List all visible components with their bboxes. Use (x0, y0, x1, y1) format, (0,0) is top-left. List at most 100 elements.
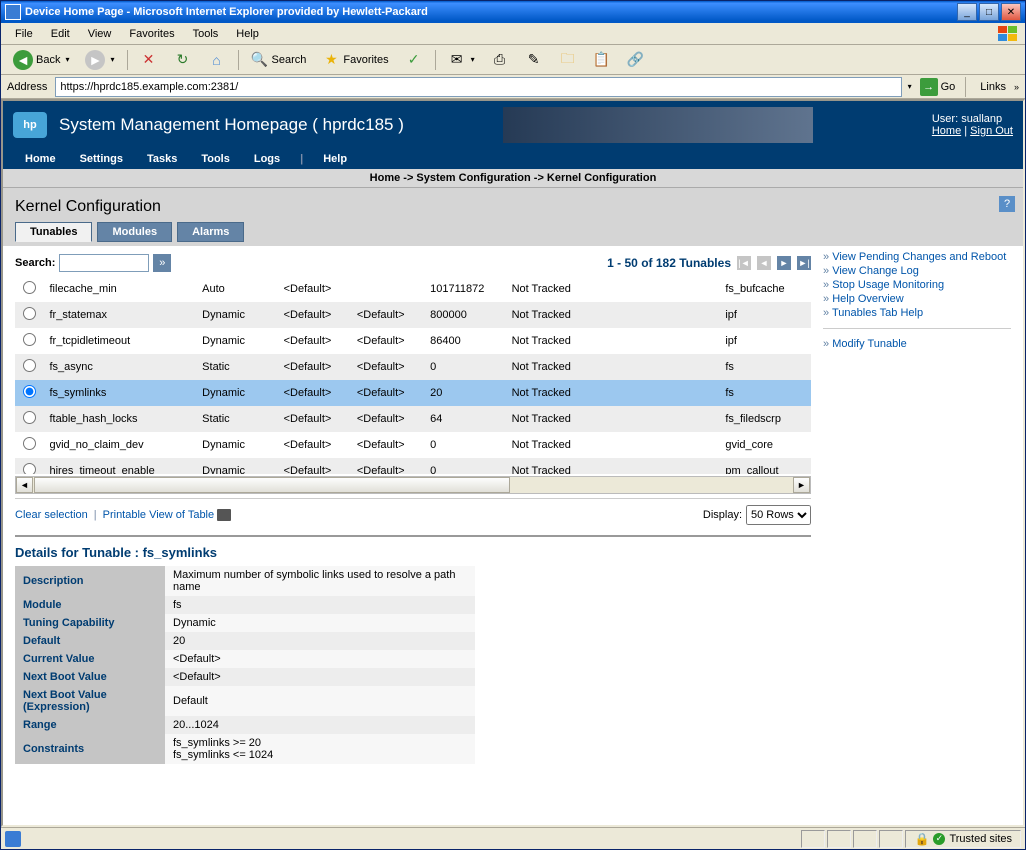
menu-file[interactable]: File (7, 26, 41, 42)
minimize-button[interactable]: _ (957, 3, 977, 21)
home-link[interactable]: Home (932, 125, 961, 137)
detail-label: Module (15, 596, 165, 614)
row-radio[interactable] (23, 463, 36, 474)
edit-button[interactable]: ✎ (519, 48, 549, 72)
favorites-button[interactable]: ★Favorites (316, 48, 394, 72)
clear-selection-link[interactable]: Clear selection (15, 509, 88, 521)
row-curr: <Default> (278, 354, 351, 380)
scroll-thumb[interactable] (34, 477, 510, 493)
chevron-down-icon: ▾ (471, 55, 475, 64)
user-name: suallanp (961, 113, 1002, 125)
row-module: gvid_core (719, 432, 811, 458)
refresh-button[interactable]: ↻ (168, 48, 198, 72)
star-icon: ★ (322, 51, 340, 69)
table-row[interactable]: filecache_minAuto<Default>101711872Not T… (15, 276, 811, 302)
go-button[interactable]: → Go (916, 78, 960, 96)
chevron-down-icon[interactable]: ▾ (908, 82, 912, 91)
row-next: <Default> (351, 302, 424, 328)
row-value: 64 (424, 406, 505, 432)
row-name: ftable_hash_locks (44, 406, 197, 432)
trusted-label: Trusted sites (949, 833, 1012, 845)
links-menu[interactable]: Links (976, 81, 1010, 93)
nav-tasks[interactable]: Tasks (135, 153, 189, 165)
search-input[interactable] (59, 254, 149, 272)
paste-button[interactable]: 📋 (587, 48, 617, 72)
nav-home[interactable]: Home (13, 153, 68, 165)
row-radio[interactable] (23, 281, 36, 294)
links-button[interactable]: 🔗 (621, 48, 651, 72)
tab-alarms[interactable]: Alarms (177, 222, 244, 242)
row-value: 20 (424, 380, 505, 406)
home-button[interactable]: ⌂ (202, 48, 232, 72)
signout-link[interactable]: Sign Out (970, 125, 1013, 137)
sidebar-link[interactable]: View Change Log (823, 264, 1011, 278)
row-track: Not Tracked (506, 354, 618, 380)
table-row[interactable]: ftable_hash_locksStatic<Default><Default… (15, 406, 811, 432)
chevron-right-icon[interactable]: » (1014, 82, 1019, 92)
windows-logo-icon (997, 25, 1019, 43)
pager-next-button[interactable]: ► (777, 256, 791, 270)
sidebar-link[interactable]: View Pending Changes and Reboot (823, 250, 1011, 264)
scroll-left-icon[interactable]: ◄ (16, 477, 33, 493)
row-name: fr_tcpidletimeout (44, 328, 197, 354)
row-radio[interactable] (23, 307, 36, 320)
menu-view[interactable]: View (80, 26, 120, 42)
table-row[interactable]: fr_tcpidletimeoutDynamic<Default><Defaul… (15, 328, 811, 354)
display-rows-select[interactable]: 50 Rows (746, 505, 811, 525)
sidebar-link[interactable]: Stop Usage Monitoring (823, 278, 1011, 292)
table-row[interactable]: hires_timeout_enableDynamic<Default><Def… (15, 458, 811, 474)
history-button[interactable]: ✓ (399, 48, 429, 72)
table-row[interactable]: gvid_no_claim_devDynamic<Default><Defaul… (15, 432, 811, 458)
details-row: Range20...1024 (15, 716, 475, 734)
horizontal-scrollbar[interactable]: ◄ ► (15, 476, 811, 494)
table-row[interactable]: fs_asyncStatic<Default><Default>0Not Tra… (15, 354, 811, 380)
printable-view-link[interactable]: Printable View of Table (103, 509, 215, 521)
forward-button[interactable]: ► ▾ (79, 48, 120, 72)
row-next: <Default> (351, 354, 424, 380)
table-row[interactable]: fs_symlinksDynamic<Default><Default>20No… (15, 380, 811, 406)
back-icon: ◄ (13, 50, 33, 70)
menu-edit[interactable]: Edit (43, 26, 78, 42)
tab-modules[interactable]: Modules (97, 222, 172, 242)
refresh-icon: ↻ (174, 51, 192, 69)
menu-favorites[interactable]: Favorites (121, 26, 182, 42)
row-radio[interactable] (23, 333, 36, 346)
row-radio[interactable] (23, 411, 36, 424)
details-heading: Details for Tunable : fs_symlinks (15, 535, 811, 566)
close-button[interactable]: ✕ (1001, 3, 1021, 21)
nav-tools[interactable]: Tools (189, 153, 242, 165)
address-bar: Address ▾ → Go Links » (1, 75, 1025, 99)
sidebar: View Pending Changes and RebootView Chan… (811, 250, 1011, 764)
menu-tools[interactable]: Tools (185, 26, 227, 42)
menu-help[interactable]: Help (228, 26, 267, 42)
folder-button[interactable]: 🗀 (553, 48, 583, 72)
pager-first-button[interactable]: |◄ (737, 256, 751, 270)
help-icon[interactable]: ? (999, 196, 1015, 212)
sidebar-link[interactable]: Help Overview (823, 292, 1011, 306)
mail-button[interactable]: ✉▾ (442, 48, 481, 72)
tab-tunables[interactable]: Tunables (15, 222, 92, 242)
search-button[interactable]: 🔍Search (245, 48, 313, 72)
stop-button[interactable]: ✕ (134, 48, 164, 72)
maximize-button[interactable]: □ (979, 3, 999, 21)
scroll-right-icon[interactable]: ► (793, 477, 810, 493)
nav-logs[interactable]: Logs (242, 153, 292, 165)
print-button[interactable]: ⎙ (485, 48, 515, 72)
row-radio[interactable] (23, 385, 36, 398)
pager-last-button[interactable]: ►| (797, 256, 811, 270)
nav-settings[interactable]: Settings (68, 153, 135, 165)
header-image (503, 107, 813, 143)
nav-help[interactable]: Help (311, 153, 359, 165)
row-radio[interactable] (23, 359, 36, 372)
search-go-button[interactable]: » (153, 254, 171, 272)
back-button[interactable]: ◄ Back ▾ (7, 48, 75, 72)
pager-prev-button[interactable]: ◄ (757, 256, 771, 270)
sidebar-link[interactable]: Modify Tunable (823, 337, 1011, 351)
row-value: 0 (424, 432, 505, 458)
app-header: hp System Management Homepage ( hprdc185… (3, 101, 1023, 149)
sidebar-link[interactable]: Tunables Tab Help (823, 306, 1011, 320)
row-radio[interactable] (23, 437, 36, 450)
search-label: Search (272, 54, 307, 66)
table-row[interactable]: fr_statemaxDynamic<Default><Default>8000… (15, 302, 811, 328)
address-input[interactable] (55, 77, 901, 97)
